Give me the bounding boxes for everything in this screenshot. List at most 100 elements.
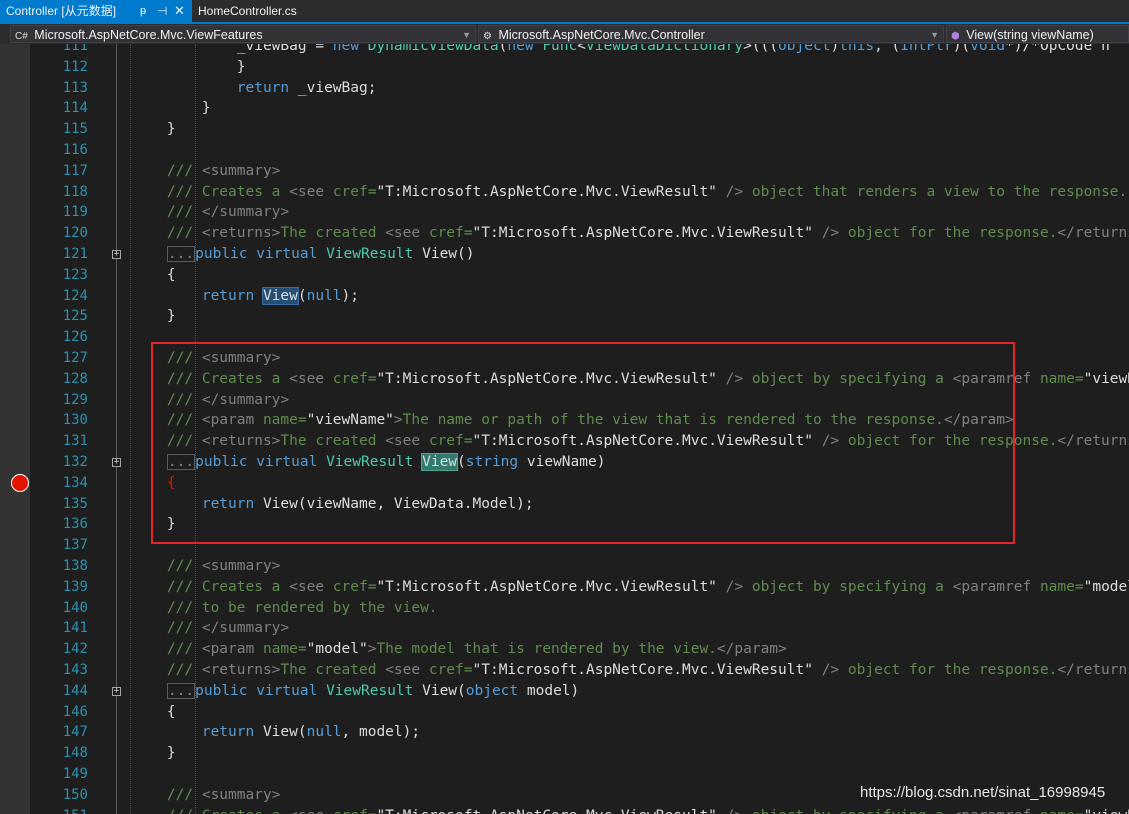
line-number: 125 bbox=[62, 308, 88, 325]
line-number: 118 bbox=[62, 183, 88, 200]
line-number: 136 bbox=[62, 516, 88, 533]
tab-label: HomeController.cs bbox=[198, 4, 297, 18]
line-number: 119 bbox=[62, 204, 88, 221]
code-token: The created bbox=[280, 225, 386, 242]
code-token: <returns> bbox=[201, 662, 281, 678]
code-line[interactable]: /// <returns>The created <see cref="T:Mi… bbox=[132, 660, 1129, 681]
code-line[interactable]: return View(null, model); bbox=[132, 722, 420, 743]
outline-guide bbox=[116, 44, 117, 814]
code-line[interactable]: { bbox=[132, 702, 176, 723]
code-line[interactable]: /// <param name="model">The model that i… bbox=[132, 639, 787, 660]
code-token: /> bbox=[812, 662, 848, 678]
code-line[interactable]: ...public virtual ViewResult View() bbox=[132, 244, 475, 265]
line-number: 140 bbox=[62, 599, 88, 616]
code-token: return bbox=[236, 79, 290, 96]
code-token: <see bbox=[289, 183, 333, 200]
code-line[interactable]: _viewBag = new DynamicViewData(new Func<… bbox=[132, 44, 1110, 57]
code-token: <see bbox=[385, 225, 429, 242]
line-number: 112 bbox=[62, 58, 88, 75]
code-token: , ( bbox=[874, 44, 901, 54]
line-number: 134 bbox=[62, 474, 88, 491]
code-line[interactable]: } bbox=[132, 57, 246, 78]
tab-label: Controller [从元数据] bbox=[6, 4, 117, 18]
line-number: 147 bbox=[62, 724, 88, 741]
expand-icon[interactable]: + bbox=[112, 458, 121, 467]
code-token: /// to be rendered by the view. bbox=[132, 599, 438, 616]
code-token: return bbox=[201, 724, 263, 741]
code-line[interactable]: /// to be rendered by the view. bbox=[132, 598, 438, 619]
code-token: /> bbox=[716, 578, 752, 595]
code-token: cref= bbox=[428, 225, 473, 242]
code-token: </returns> bbox=[1057, 225, 1129, 242]
line-number: 121 bbox=[62, 246, 88, 262]
code-line[interactable]: } bbox=[132, 743, 176, 764]
code-token: name= bbox=[1040, 808, 1084, 814]
expand-icon[interactable]: + bbox=[112, 686, 121, 696]
code-token: /// bbox=[132, 162, 202, 179]
code-line[interactable]: ...public virtual ViewResult View(object… bbox=[132, 681, 579, 702]
line-number: 131 bbox=[62, 433, 88, 450]
tab-homecontroller[interactable]: HomeController.cs bbox=[192, 0, 312, 22]
code-token: "T:Microsoft.AspNetCore.Mvc.ViewResult" bbox=[472, 225, 813, 242]
code-token: <param bbox=[201, 641, 263, 658]
code-line[interactable]: /// <summary> bbox=[132, 556, 281, 577]
code-line[interactable]: /// Creates a <see cref="T:Microsoft.Asp… bbox=[132, 806, 1129, 814]
breakpoint-icon[interactable] bbox=[11, 474, 29, 493]
code-line[interactable]: /// </summary> bbox=[132, 618, 289, 639]
line-number: 130 bbox=[62, 412, 88, 429]
code-line[interactable]: } bbox=[132, 98, 211, 119]
code-token: < bbox=[577, 44, 586, 54]
code-line[interactable]: { bbox=[132, 265, 176, 286]
code-line[interactable]: /// <summary> bbox=[132, 161, 281, 182]
line-number: 150 bbox=[62, 786, 88, 803]
code-line[interactable]: /// </summary> bbox=[132, 202, 289, 223]
close-icon[interactable]: ✕ bbox=[174, 0, 185, 22]
code-line[interactable]: } bbox=[132, 306, 176, 327]
code-token: object bbox=[778, 44, 831, 54]
code-token: , model); bbox=[341, 724, 421, 741]
member-dropdown[interactable]: ⬢ View(string viewName) bbox=[946, 25, 1129, 43]
code-line[interactable]: return View(null); bbox=[132, 286, 359, 307]
member-label: View(string viewName) bbox=[966, 28, 1094, 42]
code-token: ViewResult bbox=[326, 682, 423, 699]
code-token: cref= bbox=[428, 662, 473, 678]
code-token: object by specifying a bbox=[751, 578, 953, 595]
code-token: <summary> bbox=[201, 786, 281, 803]
code-token: object bbox=[465, 682, 527, 699]
line-number: 120 bbox=[62, 225, 88, 242]
line-number: 128 bbox=[62, 370, 88, 387]
code-token: } bbox=[132, 745, 176, 762]
watermark: https://blog.csdn.net/sinat_16998945 bbox=[860, 784, 1106, 801]
code-token: ViewResult bbox=[326, 246, 423, 262]
type-dropdown[interactable]: ⚙ Microsoft.AspNetCore.Mvc.Controller ▼ bbox=[478, 25, 944, 43]
code-line[interactable]: /// Creates a <see cref="T:Microsoft.Asp… bbox=[132, 577, 1129, 598]
code-token: </returns> bbox=[1057, 662, 1129, 678]
code-token: } bbox=[132, 121, 176, 138]
breakpoint-margin[interactable] bbox=[0, 44, 30, 814]
expand-icon[interactable]: + bbox=[112, 250, 121, 259]
project-label: Microsoft.AspNetCore.Mvc.ViewFeatures bbox=[34, 28, 263, 42]
project-dropdown[interactable]: C# Microsoft.AspNetCore.Mvc.ViewFeatures… bbox=[10, 25, 476, 43]
collapsed-region[interactable]: ... bbox=[166, 682, 196, 699]
code-line[interactable]: } bbox=[132, 119, 176, 140]
indent-guide bbox=[130, 44, 131, 814]
code-line[interactable]: return _viewBag; bbox=[132, 78, 377, 99]
tab-controller-metadata[interactable]: Controller [从元数据] ᵽ ⊣ ✕ bbox=[0, 0, 192, 22]
line-number: 151 bbox=[30, 806, 88, 814]
code-line[interactable]: /// Creates a <see cref="T:Microsoft.Asp… bbox=[132, 182, 1127, 203]
code-token: this bbox=[839, 44, 875, 54]
pin-icon[interactable]: ᵽ bbox=[140, 0, 146, 22]
collapsed-region[interactable]: ... bbox=[166, 246, 196, 262]
code-token: /// bbox=[132, 204, 202, 221]
code-token: )( bbox=[952, 44, 971, 54]
code-token: /// bbox=[132, 641, 202, 658]
code-editor[interactable]: 111 112 113 114 115 116 117 118 119 120 121 +123 124… bbox=[0, 44, 1129, 814]
code-line[interactable]: /// <summary> bbox=[132, 785, 281, 806]
keep-open-icon[interactable]: ⊣ bbox=[157, 0, 167, 22]
code-token: object that renders a view to the respon… bbox=[751, 183, 1128, 200]
code-token: /// Creates a bbox=[132, 183, 290, 200]
line-number: 144 bbox=[62, 682, 88, 699]
code-line[interactable]: /// <returns>The created <see cref="T:Mi… bbox=[132, 223, 1129, 244]
code-token: cref= bbox=[333, 808, 377, 814]
